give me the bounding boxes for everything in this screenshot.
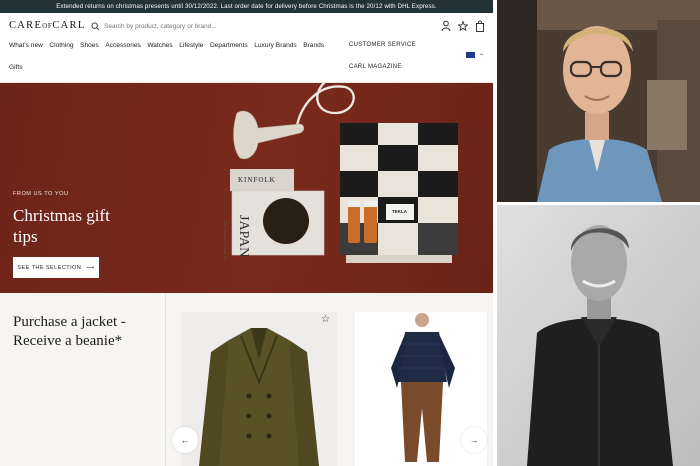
bag-icon[interactable] [475,19,485,32]
book-title: KINFOLK [238,176,276,184]
scarf-tag: TEKLA [392,209,407,214]
nav-item-watches[interactable]: Watches [147,42,172,49]
see-selection-button[interactable]: SEE THE SELECTION ⟶ [13,257,99,278]
nav-item-shoes[interactable]: Shoes [80,42,99,49]
arrow-right-icon: ⟶ [86,264,95,271]
nav-item-luxury-brands[interactable]: Luxury Brands [254,42,297,49]
logo-main: CARE [9,20,43,31]
hero-banner[interactable]: JAPAN FROM US TO YOU Christmas gift tips… [0,83,493,293]
nav-item-whats-new[interactable]: What's new [9,42,43,49]
nav-item-clothing[interactable]: Clothing [49,42,73,49]
participant-2-video [497,205,700,466]
coat-image [199,328,319,466]
nav-item-gifts[interactable]: Gifts [9,64,23,71]
search-icon [91,22,100,31]
search-bar[interactable] [91,20,331,33]
nav-item-accessories[interactable]: Accessories [105,42,141,49]
site-header: CAREOFCARL [0,13,493,39]
participant-1-video [497,0,700,202]
book-side-label: The Monocle Book of [223,221,228,259]
product-card-coat[interactable]: ☆ [181,312,337,466]
section-divider [165,293,166,466]
hero-title: Christmas gift tips [13,206,110,246]
header-icons [441,19,485,32]
logo-end: CARL [52,20,86,31]
search-input[interactable] [104,23,304,30]
nav-item-departments[interactable]: Departments [210,42,248,49]
logo-of: OF [42,22,53,30]
carousel-next-button[interactable]: → [461,427,487,453]
promo-section: Purchase a jacket - Receive a beanie* [0,293,165,466]
nav-item-brands[interactable]: Brands [303,42,324,49]
promo-title: Purchase a jacket - Receive a beanie* [13,314,126,349]
arrow-right-icon: → [469,435,479,445]
logo[interactable]: CAREOFCARL [9,20,86,31]
carousel-prev-button[interactable]: ← [172,427,198,453]
video-tile-participant-2[interactable] [497,205,700,466]
flag-icon[interactable] [466,52,475,58]
favorite-star-icon[interactable]: ☆ [321,314,330,325]
customer-service-link[interactable]: CUSTOMER SERVICE [349,42,416,48]
chevron-down-icon[interactable]: ⌄ [479,50,484,57]
user-icon[interactable] [441,19,451,32]
nav-row: What's new Clothing Shoes Accessories Wa… [9,42,331,49]
screen: Extended returns on christmas presents u… [0,0,700,466]
video-tile-participant-1[interactable] [497,0,700,202]
star-icon[interactable] [457,19,469,32]
main-nav: What's new Clothing Shoes Accessories Wa… [0,39,493,83]
magazine-link[interactable]: CARL MAGAZINE [349,64,402,70]
nav-item-lifestyle[interactable]: Lifestyle [179,42,203,49]
website: Extended returns on christmas presents u… [0,0,493,466]
svg-text:JAPAN: JAPAN [236,215,251,257]
arrow-left-icon: ← [180,435,190,445]
announcement-bar: Extended returns on christmas presents u… [0,0,493,13]
cta-label: SEE THE SELECTION [17,264,82,271]
hero-eyebrow: FROM US TO YOU [13,191,69,197]
